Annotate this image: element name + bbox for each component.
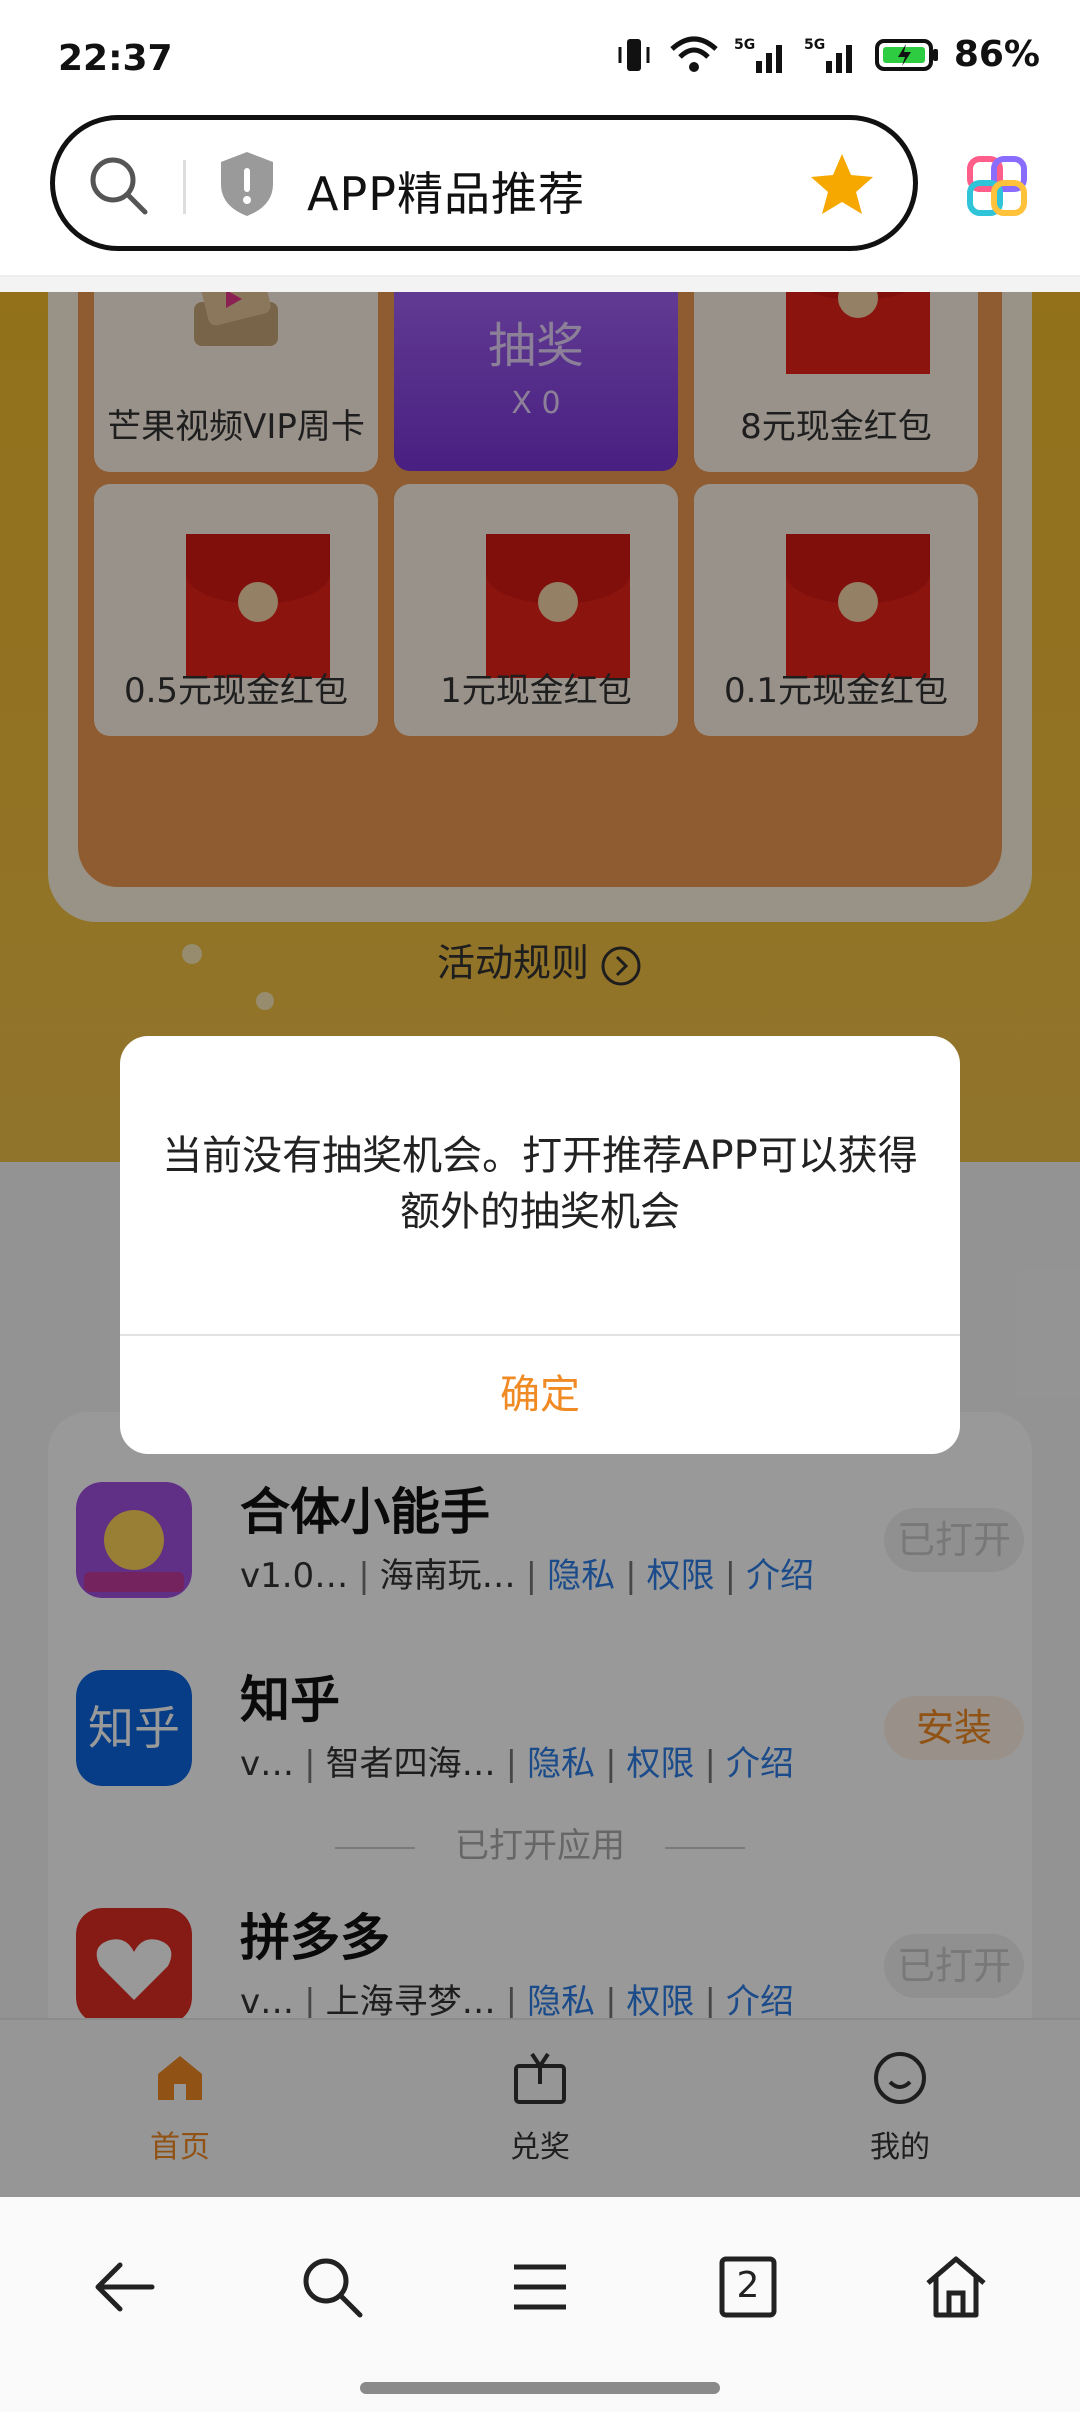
no-chance-dialog: 当前没有抽奖机会。打开推荐APP可以获得额外的抽奖机会 确定 — [120, 1036, 960, 1454]
wifi-icon — [670, 36, 718, 72]
browser-nav-bar: 2 — [0, 2197, 1080, 2412]
svg-text:5G: 5G — [734, 37, 755, 53]
menu-icon[interactable] — [504, 2251, 576, 2323]
browser-address-bar: APP精品推荐 — [0, 105, 1080, 277]
battery-percent: 86% — [953, 34, 1040, 75]
confirm-button[interactable]: 确定 — [120, 1336, 960, 1454]
shield-warning-icon[interactable] — [215, 148, 279, 220]
signal-5g-icon-2: 5G — [804, 37, 852, 73]
dialog-message: 当前没有抽奖机会。打开推荐APP可以获得额外的抽奖机会 — [162, 1133, 918, 1235]
home-icon[interactable] — [920, 2251, 992, 2323]
bookmark-star-icon[interactable] — [807, 150, 877, 220]
back-arrow-icon[interactable] — [88, 2251, 160, 2323]
battery-icon — [874, 38, 938, 71]
status-time: 22:37 — [58, 38, 173, 79]
home-indicator[interactable] — [360, 2382, 720, 2394]
tab-count: 2 — [736, 2265, 760, 2306]
page-title: APP精品推荐 — [307, 167, 585, 221]
signal-5g-icon: 5G — [734, 37, 782, 73]
svg-text:5G: 5G — [804, 37, 825, 53]
status-bar: 22:37 5G 5G 86% — [0, 0, 1080, 120]
status-icons: 5G 5G 86% — [614, 34, 1040, 75]
address-divider — [183, 160, 186, 214]
search-icon[interactable] — [296, 2251, 368, 2323]
address-field[interactable]: APP精品推荐 — [50, 115, 918, 251]
tabs-button[interactable]: 2 — [712, 2251, 784, 2323]
search-icon[interactable] — [83, 150, 155, 222]
vibrate-icon — [618, 38, 650, 71]
browser-logo-icon[interactable] — [962, 151, 1032, 221]
